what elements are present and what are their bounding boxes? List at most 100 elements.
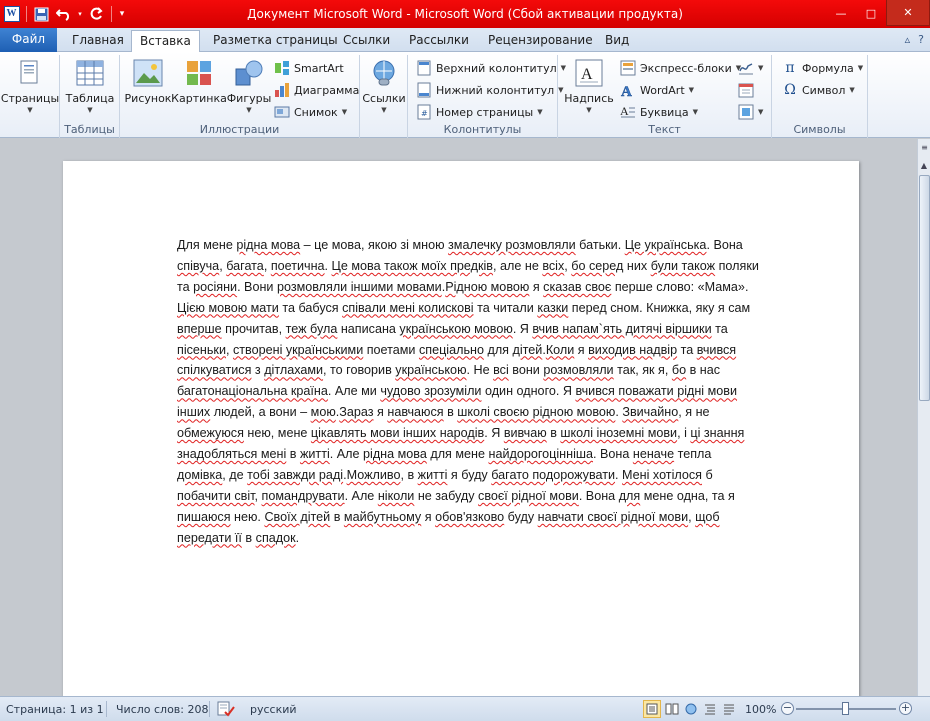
misspelled-word: Рідною мовою (445, 279, 530, 294)
proofing-icon[interactable] (217, 700, 235, 720)
save-icon[interactable] (32, 5, 51, 24)
text-run: , але не (493, 258, 543, 273)
drop-cap-button[interactable]: A Буквица ▼ (620, 102, 698, 122)
print-layout-icon[interactable] (643, 700, 661, 718)
date-time-button[interactable] (738, 80, 754, 100)
text-line: вперше прочитав, теж була написана украї… (177, 319, 805, 340)
minimize-ribbon-icon[interactable]: ▵ (905, 33, 911, 46)
tab-insert[interactable]: Вставка (131, 30, 200, 53)
misspelled-word: Своїх дітей (264, 509, 331, 524)
scroll-up-icon[interactable]: ▲ (918, 159, 930, 173)
tab-review[interactable]: Рецензирование (480, 30, 601, 52)
dropdown-arrow-icon: ▼ (87, 106, 93, 114)
shapes-button[interactable]: Фигуры ▼ (226, 57, 272, 114)
dropdown-arrow-icon: ▼ (692, 108, 698, 116)
redo-icon[interactable] (87, 5, 106, 24)
footer-button[interactable]: Нижний колонтитул ▼ (416, 80, 564, 100)
pages-icon (14, 57, 46, 89)
page-count[interactable]: Страница: 1 из 1 (6, 703, 104, 716)
misspelled-word: Це українська (624, 238, 707, 252)
undo-icon[interactable] (54, 5, 73, 24)
dropdown-arrow-icon: ▼ (857, 64, 864, 72)
misspelled-word: спеціально (418, 342, 484, 357)
quick-parts-icon (620, 60, 636, 76)
language[interactable]: русский (250, 703, 297, 716)
word-count[interactable]: Число слов: 208 (116, 703, 209, 716)
zoom-slider-thumb[interactable] (842, 702, 849, 715)
zoom-in-button[interactable]: + (899, 702, 912, 715)
omega-icon: Ω (784, 82, 796, 98)
misspelled-word: передати її (177, 530, 242, 545)
group-label-header-footer: Колонтитулы (443, 123, 522, 136)
misspelled-word: Коли (545, 342, 575, 357)
equation-button[interactable]: π Формула ▼ (782, 58, 863, 78)
outline-icon[interactable] (701, 700, 719, 718)
misspelled-word: найдорогоцінніша (488, 447, 593, 462)
wordart-icon: A (620, 82, 636, 98)
header-button[interactable]: Верхний колонтитул ▼ (416, 58, 566, 78)
tab-references[interactable]: Ссылки (335, 30, 398, 52)
misspelled-word: вперше (177, 321, 222, 336)
textbox-button[interactable]: A Надпись ▼ (564, 57, 614, 114)
misspelled-word: співали мені колискові (342, 300, 474, 315)
chart-button[interactable]: Диаграмма (274, 80, 359, 100)
scroll-thumb[interactable] (919, 175, 930, 401)
text-run: не забуду (414, 488, 479, 503)
text-run: . (324, 258, 332, 273)
signature-line-button[interactable]: ▼ (738, 58, 763, 78)
quick-parts-button[interactable]: Экспресс-блоки ▼ (620, 58, 741, 78)
text-run: нею, мене (243, 426, 311, 441)
vertical-scrollbar[interactable]: ≡ ▲ (917, 139, 930, 696)
text-line: передати її в спадок. (177, 528, 805, 549)
draft-icon[interactable] (720, 700, 738, 718)
wordart-button[interactable]: A WordArt ▼ (620, 80, 694, 100)
text-run: . Я (512, 321, 533, 336)
misspelled-word: Це мова також моїх предків (331, 258, 494, 273)
minimize-button[interactable]: — (826, 0, 856, 26)
undo-dropdown-icon[interactable]: ▾ (76, 5, 84, 24)
misspelled-word: рідна мова (236, 238, 301, 252)
page-number-button[interactable]: # Номер страницы ▼ (416, 102, 543, 122)
screenshot-button[interactable]: Снимок ▼ (274, 102, 347, 122)
full-screen-reading-icon[interactable] (663, 700, 681, 718)
pages-button[interactable]: Страницы ▼ (1, 57, 59, 114)
maximize-button[interactable]: □ (856, 0, 886, 26)
document-text[interactable]: Для мене рідна мова – це мова, якою зі м… (177, 235, 805, 549)
symbol-button[interactable]: Ω Символ ▼ (782, 80, 855, 100)
misspelled-word: помандрувати (261, 488, 345, 503)
text-run: для (483, 342, 513, 357)
text-line: пісеньки, створені українськими поетами … (177, 340, 805, 361)
zoom-level[interactable]: 100% (745, 703, 776, 716)
text-run: . Вона (593, 447, 633, 462)
web-layout-icon[interactable] (682, 700, 700, 718)
text-run: . Вона (706, 238, 743, 252)
tab-page-layout[interactable]: Разметка страницы (205, 30, 346, 52)
document-page[interactable]: Для мене рідна мова – це мова, якою зі м… (63, 161, 859, 696)
word-app-icon[interactable]: W (2, 5, 21, 24)
smartart-button[interactable]: SmartArt (274, 58, 344, 78)
customize-qat-icon[interactable]: ▾ (117, 5, 127, 24)
ribbon-insert: Страницы ▼ Таблица ▼ Таблицы Рисунок Кар… (0, 52, 930, 138)
ruler-toggle-icon[interactable]: ≡ (919, 142, 930, 153)
misspelled-word: інших (177, 405, 211, 420)
links-button[interactable]: Ссылки ▼ (362, 57, 406, 114)
text-run: прочитав, (221, 321, 286, 336)
dropdown-arrow-icon: ▼ (586, 106, 592, 114)
tab-mailings[interactable]: Рассылки (401, 30, 477, 52)
tab-view[interactable]: Вид (597, 30, 637, 52)
zoom-out-button[interactable]: − (781, 702, 794, 715)
tab-home[interactable]: Главная (64, 30, 132, 52)
misspelled-word: спілкуватися (177, 363, 252, 378)
tab-file[interactable]: Файл (0, 28, 57, 52)
clipart-button[interactable]: Картинка (171, 57, 227, 105)
text-run: та бабуся (278, 300, 343, 315)
text-run: в (546, 426, 561, 441)
close-button[interactable]: ✕ (886, 0, 930, 26)
table-button[interactable]: Таблица ▼ (64, 57, 116, 114)
object-button[interactable]: ▼ (738, 102, 763, 122)
dropdown-arrow-icon: ▼ (246, 106, 252, 114)
picture-button[interactable]: Рисунок (124, 57, 172, 105)
footer-icon (416, 82, 432, 98)
text-line: Для мене рідна мова – це мова, якою зі м… (177, 235, 805, 256)
help-icon[interactable]: ? (918, 33, 924, 46)
